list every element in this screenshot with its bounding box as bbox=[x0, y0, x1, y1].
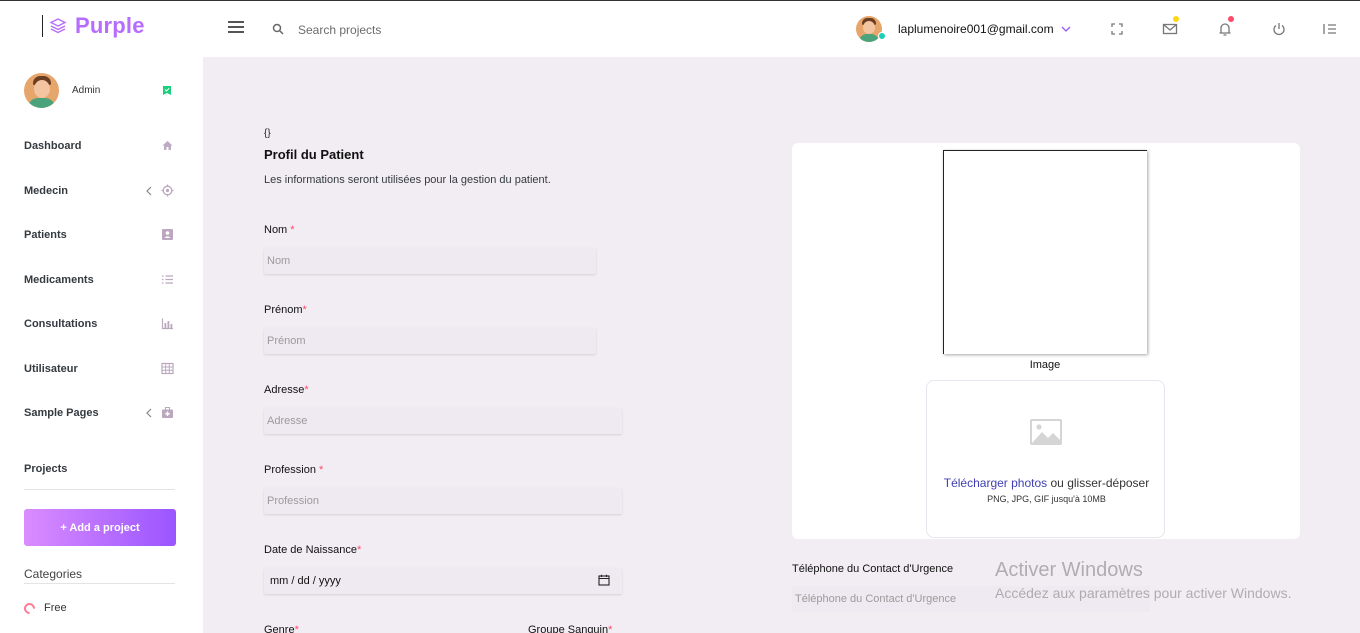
bell-notification-dot bbox=[1228, 16, 1234, 22]
required-mark: * bbox=[319, 464, 324, 476]
mail-notification-dot bbox=[1173, 16, 1179, 22]
sidebar-item-label: Sample Pages bbox=[24, 407, 99, 419]
top-navbar: Purple laplumenoire001@gmail.com bbox=[0, 0, 1360, 57]
format-list-icon[interactable] bbox=[1322, 21, 1338, 37]
sidebar-item-label: Medicaments bbox=[24, 274, 94, 286]
sidebar-profile[interactable]: Admin bbox=[24, 73, 100, 108]
divider bbox=[24, 583, 175, 584]
user-menu[interactable]: laplumenoire001@gmail.com bbox=[856, 16, 1071, 42]
table-icon bbox=[161, 362, 174, 375]
sidebar-item-patients[interactable]: Patients bbox=[24, 225, 176, 245]
adresse-label: Adresse* bbox=[264, 384, 309, 396]
debug-output: {} bbox=[264, 128, 271, 139]
image-caption: Image bbox=[1029, 359, 1061, 371]
upload-dropzone[interactable]: Télécharger photos ou glisser-déposer PN… bbox=[926, 380, 1165, 538]
sidebar-item-label: Utilisateur bbox=[24, 363, 78, 375]
required-mark: * bbox=[302, 304, 307, 316]
brand-name: Purple bbox=[75, 13, 145, 38]
crosshairs-icon bbox=[161, 184, 174, 197]
required-mark: * bbox=[290, 224, 295, 236]
sidebar-item-label: Patients bbox=[24, 229, 67, 241]
prenom-label: Prénom* bbox=[264, 304, 307, 316]
sidebar-item-dashboard[interactable]: Dashboard bbox=[24, 136, 176, 156]
nom-label: Nom * bbox=[264, 224, 295, 236]
sidebar-item-utilisateur[interactable]: Utilisateur bbox=[24, 359, 176, 379]
category-label: Free bbox=[44, 602, 67, 614]
chevron-down-icon bbox=[1061, 26, 1071, 32]
chart-bar-icon bbox=[161, 318, 173, 330]
power-icon[interactable] bbox=[1271, 21, 1287, 37]
required-mark: * bbox=[356, 544, 362, 556]
sidebar-item-consultations[interactable]: Consultations bbox=[24, 314, 176, 334]
upload-hint: PNG, JPG, GIF jusqu'à 10MB bbox=[987, 494, 1106, 504]
bell-icon[interactable] bbox=[1217, 21, 1233, 37]
required-mark: * bbox=[304, 384, 309, 396]
menu-toggle-icon[interactable] bbox=[228, 21, 244, 35]
upload-instructions: Télécharger photos ou glisser-déposer bbox=[927, 476, 1166, 490]
windows-watermark-subtitle: Accédez aux paramètres pour activer Wind… bbox=[995, 585, 1292, 601]
search-input[interactable] bbox=[298, 19, 518, 41]
date-value: mm / dd / yyyy bbox=[270, 575, 341, 587]
divider bbox=[24, 489, 175, 490]
fullscreen-icon[interactable] bbox=[1109, 21, 1125, 37]
page-title: Profil du Patient bbox=[264, 147, 364, 162]
required-mark: * bbox=[608, 624, 613, 633]
profession-label: Profession * bbox=[264, 464, 324, 476]
sidebar-item-sample-pages[interactable]: Sample Pages bbox=[24, 403, 176, 423]
layers-icon bbox=[49, 18, 67, 34]
sidebar-item-medicaments[interactable]: Medicaments bbox=[24, 270, 176, 290]
add-project-button[interactable]: + Add a project bbox=[24, 509, 176, 546]
brand-logo[interactable]: Purple bbox=[42, 13, 145, 39]
home-icon bbox=[162, 141, 173, 150]
prenom-input[interactable] bbox=[264, 328, 596, 354]
profession-input[interactable] bbox=[264, 488, 622, 514]
groupe-sanguin-label: Groupe Sanguin* bbox=[528, 624, 612, 633]
categories-title: Categories bbox=[24, 567, 83, 581]
page-description: Les informations seront utilisées pour l… bbox=[264, 174, 551, 186]
online-status-dot bbox=[878, 32, 886, 40]
contacts-icon bbox=[162, 229, 173, 240]
upload-text: ou glisser-déposer bbox=[1047, 476, 1150, 490]
adresse-input[interactable] bbox=[264, 408, 622, 434]
cursor-caret bbox=[42, 15, 43, 37]
image-preview bbox=[943, 150, 1147, 354]
mail-icon[interactable] bbox=[1162, 21, 1178, 37]
windows-watermark-title: Activer Windows bbox=[995, 559, 1143, 581]
chevron-left-icon bbox=[146, 408, 152, 418]
search-icon bbox=[272, 23, 284, 35]
circle-icon bbox=[21, 600, 38, 616]
sidebar-item-label: Medecin bbox=[24, 185, 69, 197]
calendar-icon[interactable] bbox=[598, 574, 610, 586]
chevron-left-icon bbox=[146, 186, 152, 196]
upload-photos-link[interactable]: Télécharger photos bbox=[944, 476, 1047, 490]
medical-bag-icon bbox=[162, 407, 173, 418]
sidebar-item-label: Consultations bbox=[24, 318, 98, 330]
category-free[interactable]: Free bbox=[21, 600, 67, 616]
image-icon bbox=[1030, 419, 1062, 445]
emergency-phone-label: Téléphone du Contact d'Urgence bbox=[792, 563, 954, 575]
profile-name: Admin bbox=[72, 85, 101, 96]
genre-label: Genre* bbox=[264, 624, 299, 633]
required-mark: * bbox=[294, 624, 299, 633]
format-list-icon bbox=[162, 275, 173, 284]
nom-input[interactable] bbox=[264, 248, 596, 274]
user-email: laplumenoire001@gmail.com bbox=[898, 22, 1054, 36]
sidebar-item-label: Dashboard bbox=[24, 140, 82, 152]
bookmark-check-icon bbox=[163, 86, 171, 95]
sidebar: Admin Dashboard Medecin Patients Medicam… bbox=[0, 57, 203, 633]
date-naissance-label: Date de Naissance* bbox=[264, 544, 362, 556]
projects-title: Projects bbox=[24, 463, 68, 475]
date-naissance-input[interactable]: mm / dd / yyyy bbox=[264, 568, 622, 594]
avatar bbox=[24, 73, 59, 108]
sidebar-item-medecin[interactable]: Medecin bbox=[24, 181, 176, 201]
image-card: Image Télécharger photos ou glisser-dépo… bbox=[792, 143, 1300, 539]
